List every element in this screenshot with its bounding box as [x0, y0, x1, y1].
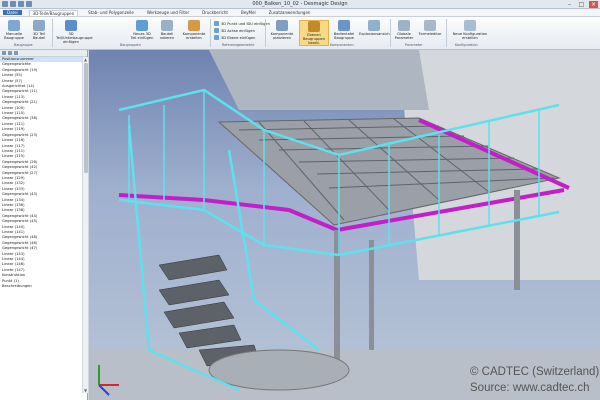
insert-part-icon: [65, 20, 77, 31]
3d-viewport[interactable]: [89, 50, 600, 400]
point-icon: [214, 21, 219, 26]
scroll-up-icon[interactable]: ▲: [83, 57, 88, 62]
edit-levels-button[interactable]: Ebenen Baugruppen bearb.: [299, 20, 329, 46]
formula-editor-button[interactable]: Formeleditor: [418, 20, 442, 36]
tree-item[interactable]: Beschreibungen: [0, 284, 82, 289]
insert-plane-button[interactable]: 3D Ebene einfügen: [214, 35, 255, 40]
window-controls: – □ ×: [565, 1, 598, 8]
tab-print[interactable]: Druckbericht: [199, 10, 231, 15]
scroll-down-icon[interactable]: ▼: [83, 388, 88, 393]
place-component-button[interactable]: Komponente platzieren: [268, 20, 296, 40]
rotate-part-button[interactable]: Bauteil rotieren: [155, 20, 179, 40]
panel-icon: [338, 20, 350, 31]
explosion-view-button[interactable]: Explosionsansicht: [359, 20, 391, 36]
filter-icon[interactable]: [14, 51, 18, 55]
panel-toolbar: [0, 50, 87, 57]
minimize-icon[interactable]: –: [565, 1, 574, 8]
tab-bars[interactable]: Stab- und Polygonzeile: [85, 10, 137, 15]
maximize-icon[interactable]: □: [577, 1, 586, 8]
group-separator: [52, 19, 53, 47]
component-icon: [188, 20, 200, 31]
manual-assembly-button[interactable]: Manuelle Baugruppe: [2, 20, 26, 40]
window-title: 000_Balken_10_02 - Desmagic Design: [252, 1, 348, 7]
feature-tree-panel: Positionsnummer Gegengewichte Gegengewicht…: [0, 50, 88, 400]
tab-file[interactable]: Datei: [3, 10, 22, 15]
tree-icon[interactable]: [2, 51, 6, 55]
control-panel-button[interactable]: Bedientafel Baugruppe: [331, 20, 357, 40]
stair-base: [208, 349, 350, 391]
tree-scrollbar[interactable]: ▲ ▼: [82, 57, 88, 393]
assembly-icon: [8, 20, 20, 31]
new-part-button[interactable]: Neues 3D Teil einfügen: [130, 20, 154, 40]
insert-axis-button[interactable]: 3D Achse einfügen: [214, 28, 255, 33]
title-bar: 000_Balken_10_02 - Desmagic Design – □ ×: [0, 0, 600, 9]
group-label: Baugruppe: [14, 43, 33, 47]
building-upper: [209, 50, 429, 110]
group-separator: [390, 19, 391, 47]
staircase-model: [89, 50, 600, 400]
group-label: Komponenten: [330, 43, 354, 47]
close-icon[interactable]: ×: [589, 1, 598, 8]
formula-icon: [424, 20, 436, 31]
new-configuration-button[interactable]: Neue Konfiguration erstellen: [450, 20, 490, 40]
axis-icon: [214, 28, 219, 33]
levels-icon: [308, 21, 320, 32]
tab-addons[interactable]: Zusatzanwendungen: [266, 10, 314, 15]
watermark-copyright: © CADTEC (Switzerland) G: [470, 366, 600, 378]
group-label: Baugruppen: [120, 43, 141, 47]
global-params-button[interactable]: Globale Parameter: [392, 20, 416, 40]
feature-tree[interactable]: Positionsnummer Gegengewichte Gegengewicht…: [0, 57, 82, 397]
explode-icon: [368, 20, 380, 31]
properties-icon[interactable]: [8, 51, 12, 55]
rotate-icon: [161, 20, 173, 31]
configuration-icon: [464, 20, 476, 31]
ribbon: Manuelle Baugruppe 3D Teil Bauteil 3D Te…: [0, 17, 600, 50]
group-label: Konfiguration: [455, 43, 478, 47]
stair-treads: [158, 254, 260, 367]
group-label: Referenzgeometrie: [222, 43, 255, 47]
tab-3d-parts[interactable]: 3D-Teile/Baugruppen: [28, 9, 79, 16]
insert-point-button[interactable]: 3D Punkt und IDU einfügen: [214, 21, 270, 26]
plane-icon: [214, 35, 219, 40]
insert-part-button[interactable]: 3D Teil/Unterbaugruppe einfügen: [56, 20, 93, 44]
place-icon: [276, 20, 288, 31]
tab-beymel[interactable]: BeyMel: [238, 10, 259, 15]
part-button[interactable]: 3D Teil Bauteil: [27, 20, 51, 40]
ribbon-tabs: Datei 3D-Teile/Baugruppen Stab- und Poly…: [0, 9, 600, 17]
group-label: Parameter: [405, 43, 423, 47]
group-separator: [210, 19, 211, 47]
watermark: © CADTEC (Switzerland) G Source: www.cad…: [470, 364, 600, 400]
scroll-thumb[interactable]: [84, 63, 88, 173]
new-part-icon: [136, 20, 148, 31]
watermark-source: Source: www.cadtec.ch: [470, 382, 590, 394]
group-separator: [265, 19, 266, 47]
params-icon: [398, 20, 410, 31]
part-icon: [33, 20, 45, 31]
create-component-button[interactable]: Komponente erstellen: [180, 20, 208, 40]
group-separator: [446, 19, 447, 47]
tab-tools[interactable]: Werkzeuge und Filter: [144, 10, 192, 15]
